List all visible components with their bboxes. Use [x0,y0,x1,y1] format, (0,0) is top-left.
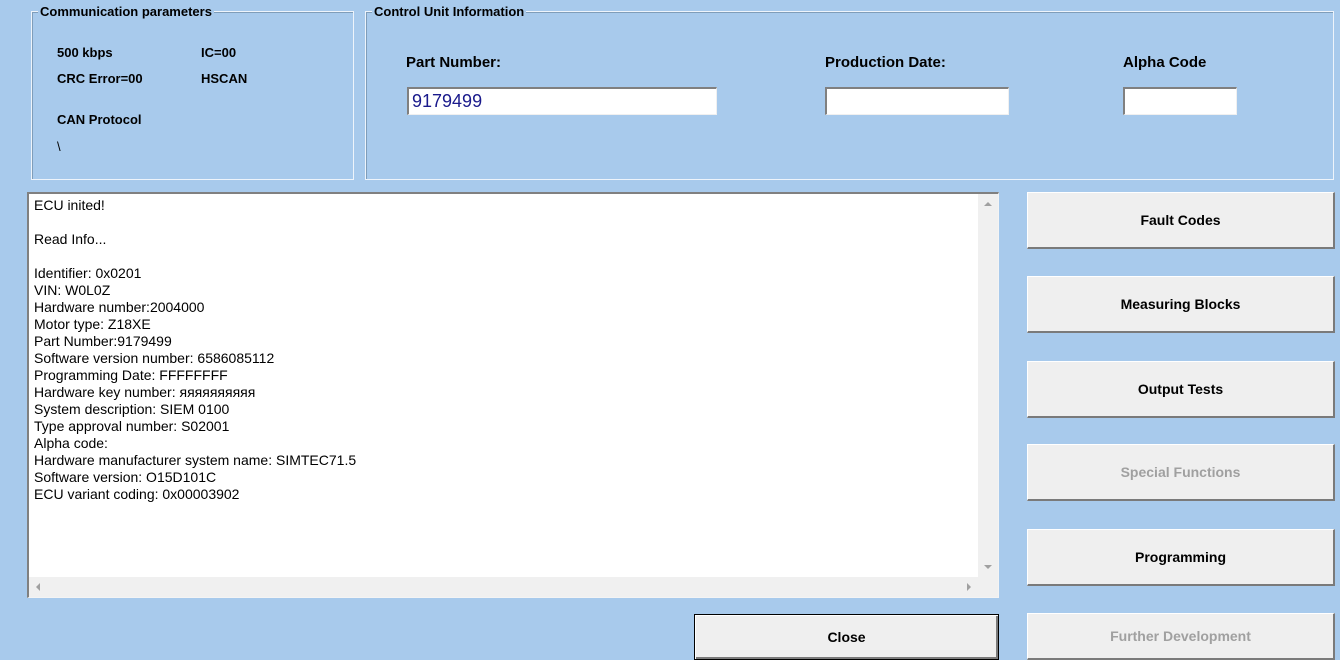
log-line: Software version: O15D101C [34,469,217,485]
fault-codes-button[interactable]: Fault Codes [1027,192,1335,249]
alpha-code-label: Alpha Code [1123,54,1207,71]
part-number-field[interactable] [407,87,717,115]
scroll-left-arrow-icon[interactable] [36,583,40,591]
scroll-up-arrow-icon[interactable] [984,202,992,206]
ic-label: IC=00 [201,45,237,60]
log-line: Software version number: 6586085112 [34,350,275,366]
scrollbar-corner [978,577,998,597]
log-line: Programming Date: FFFFFFFF [34,367,228,383]
measuring-blocks-button[interactable]: Measuring Blocks [1027,276,1335,333]
can-protocol-label: CAN Protocol [57,112,142,127]
part-number-label: Part Number: [406,54,502,71]
log-line: System description: SIEM 0100 [34,401,230,417]
scroll-down-arrow-icon[interactable] [984,565,992,569]
log-line: ECU variant coding: 0x00003902 [34,486,240,502]
communication-parameters-group: Communication parameters 500 kbps IC=00 … [31,4,354,180]
control-unit-information-title: Control Unit Information [372,4,527,20]
log-line: Alpha code: [34,435,108,451]
scroll-right-arrow-icon[interactable] [967,583,971,591]
crc-error-label: CRC Error=00 [57,71,143,86]
log-line: Type approval number: S02001 [34,418,230,434]
close-button[interactable]: Close [694,614,999,660]
special-functions-button[interactable]: Special Functions [1027,444,1335,501]
log-output-box[interactable]: ECU inited! Read Info... Identifier: 0x0… [27,192,999,598]
production-date-field[interactable] [825,87,1009,115]
log-line: Read Info... [34,231,107,247]
programming-button[interactable]: Programming [1027,529,1335,586]
log-line: Hardware manufacturer system name: SIMTE… [34,452,357,468]
control-unit-information-group: Control Unit Information Part Number: Pr… [365,4,1334,180]
bus-type-label: HSCAN [201,71,248,86]
output-tests-button[interactable]: Output Tests [1027,361,1335,418]
communication-parameters-title: Communication parameters [38,4,214,20]
log-line: Identifier: 0x0201 [34,265,142,281]
further-development-button[interactable]: Further Development [1027,613,1335,660]
log-output-text: ECU inited! Read Info... Identifier: 0x0… [34,197,974,575]
log-line: Hardware number:2004000 [34,299,205,315]
log-line: Motor type: Z18XE [34,316,151,332]
log-line: Part Number:9179499 [34,333,172,349]
alpha-code-field[interactable] [1123,87,1237,115]
log-line: VIN: W0L0Z [34,282,111,298]
log-line: Hardware key number: яяяяяяяяяя [34,384,256,400]
bitrate-label: 500 kbps [57,45,113,60]
horizontal-scrollbar[interactable] [29,577,978,597]
log-line: ECU inited! [34,197,105,213]
vertical-scrollbar[interactable] [978,194,998,577]
production-date-label: Production Date: [825,54,946,71]
protocol-extra-label: \ [57,139,61,154]
